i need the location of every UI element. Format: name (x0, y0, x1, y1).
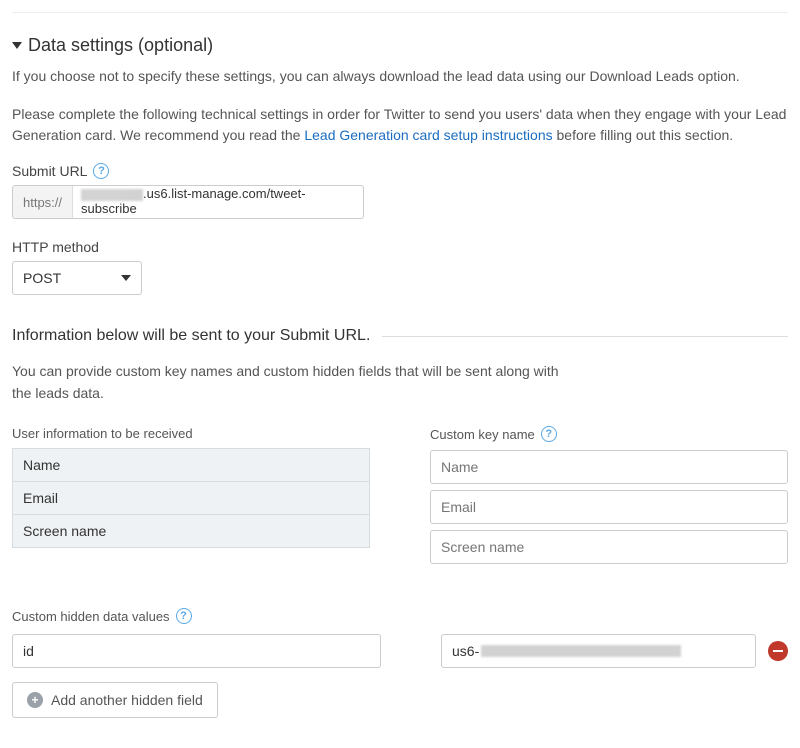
section-header[interactable]: Data settings (optional) (12, 35, 788, 56)
mapping-columns: User information to be received Name Ema… (12, 426, 788, 570)
divider (382, 336, 788, 337)
user-info-row: Name (12, 448, 370, 482)
hidden-values-label: Custom hidden data values ? (12, 608, 788, 624)
custom-key-label: Custom key name ? (430, 426, 788, 442)
help-icon[interactable]: ? (176, 608, 192, 624)
setup-instructions-link[interactable]: Lead Generation card setup instructions (304, 127, 552, 143)
redacted-subdomain (81, 189, 143, 201)
submit-url-input[interactable]: .us6.list-manage.com/tweet-subscribe (73, 186, 363, 218)
url-scheme-prefix: https:// (13, 186, 73, 218)
top-divider (12, 12, 788, 13)
help-icon[interactable]: ? (541, 426, 557, 442)
chevron-down-icon (121, 275, 131, 281)
hidden-val-col: us6- (441, 634, 788, 668)
submit-info-heading: Information below will be sent to your S… (12, 327, 370, 345)
http-method-value: POST (23, 270, 61, 286)
section-title: Data settings (optional) (28, 35, 213, 56)
custom-key-col: Custom key name ? (430, 426, 788, 570)
redacted-hidden-value (481, 645, 681, 657)
remove-hidden-button[interactable] (768, 641, 788, 661)
submit-url-label-text: Submit URL (12, 163, 87, 179)
submit-info-desc: You can provide custom key names and cus… (12, 361, 572, 404)
section-instructions: Please complete the following technical … (12, 104, 788, 147)
hidden-key-input[interactable] (12, 634, 381, 668)
plus-circle-icon: + (27, 692, 43, 708)
custom-key-input[interactable] (430, 490, 788, 524)
collapse-icon (12, 42, 22, 49)
add-hidden-field-label: Add another hidden field (51, 692, 203, 708)
user-info-col: User information to be received Name Ema… (12, 426, 370, 570)
hidden-value-input[interactable]: us6- (441, 634, 756, 668)
custom-key-label-text: Custom key name (430, 427, 535, 442)
submit-url-input-wrap: https:// .us6.list-manage.com/tweet-subs… (12, 185, 364, 219)
submit-url-label: Submit URL ? (12, 163, 788, 179)
http-method-label: HTTP method (12, 239, 788, 255)
custom-key-input[interactable] (430, 530, 788, 564)
hidden-row: us6- (12, 634, 788, 668)
user-info-row: Email (12, 481, 370, 515)
hidden-values-label-text: Custom hidden data values (12, 609, 170, 624)
instructions-suffix: before filling out this section. (557, 127, 734, 143)
minus-icon (773, 650, 783, 652)
submit-info-header-row: Information below will be sent to your S… (12, 327, 788, 345)
user-info-row: Screen name (12, 514, 370, 548)
section-intro: If you choose not to specify these setti… (12, 66, 788, 88)
user-info-label: User information to be received (12, 426, 370, 441)
help-icon[interactable]: ? (93, 163, 109, 179)
add-hidden-field-button[interactable]: + Add another hidden field (12, 682, 218, 718)
http-method-select[interactable]: POST (12, 261, 142, 295)
custom-key-input[interactable] (430, 450, 788, 484)
hidden-value-prefix: us6- (452, 643, 479, 659)
